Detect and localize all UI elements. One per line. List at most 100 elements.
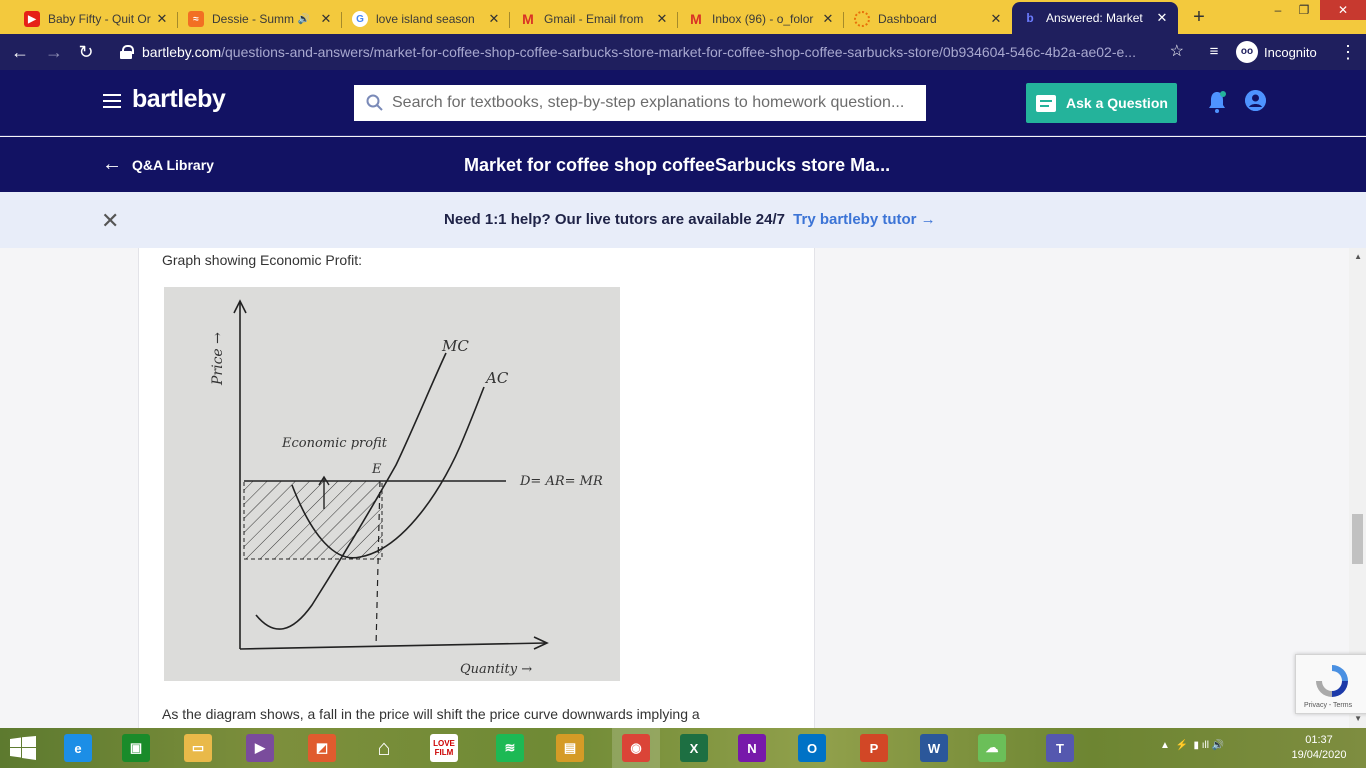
taskbar-lovefilm-button[interactable]: LOVE FILM: [428, 732, 460, 764]
taskbar-outlook-button[interactable]: O: [796, 732, 828, 764]
taskbar-chrome-button[interactable]: ◉: [612, 728, 660, 768]
taskbar-home-button[interactable]: ⌂: [368, 732, 400, 764]
site-logo[interactable]: bartleby: [132, 85, 226, 114]
point-e-label: E: [371, 462, 382, 477]
taskbar-onenote-button[interactable]: N: [736, 732, 768, 764]
incognito-label: Incognito: [1264, 44, 1317, 60]
tab-inbox[interactable]: M Inbox (96) - o_folor ✕: [678, 4, 844, 34]
recaptcha-icon: [1316, 665, 1348, 697]
close-icon[interactable]: ✕: [318, 11, 334, 27]
lock-icon: [120, 45, 134, 59]
tab-google[interactable]: G love island season ✕: [342, 4, 510, 34]
photos-icon: ◩: [308, 734, 336, 762]
powerpoint-icon: P: [860, 734, 888, 762]
hamburger-menu-icon[interactable]: [103, 94, 121, 108]
taskbar-tools-button[interactable]: ▤: [554, 732, 586, 764]
close-icon[interactable]: ✕: [154, 11, 170, 27]
tab-soundcloud[interactable]: ≈ Dessie - Summ 🔊 ✕: [178, 4, 342, 34]
ask-question-label: Ask a Question: [1066, 95, 1168, 111]
window-close-button[interactable]: ✕: [1320, 0, 1366, 20]
scroll-up-arrow-icon[interactable]: ▲: [1354, 252, 1362, 261]
promo-text: Need 1:1 help? Our live tutors are avail…: [444, 211, 785, 228]
tab-answered[interactable]: b Answered: Market ✕: [1012, 2, 1178, 34]
gmail-icon: M: [522, 11, 534, 27]
taskbar-media-button[interactable]: ▶: [244, 732, 276, 764]
search-input[interactable]: [384, 94, 926, 112]
tab-title: Inbox (96) - o_folor: [712, 12, 814, 26]
tab-dashboard[interactable]: Dashboard ✕: [844, 4, 1012, 34]
tab-gmail[interactable]: M Gmail - Email from ✕: [510, 4, 678, 34]
tab-strip: ▶ Baby Fifty - Quit Or ✕ ≈ Dessie - Summ…: [0, 0, 1366, 34]
try-tutor-link[interactable]: Try bartleby tutor →: [793, 211, 936, 228]
clock[interactable]: 01:37 19/04/2020: [1286, 733, 1352, 763]
media-icon: ▶: [246, 734, 274, 762]
store-icon: ▣: [122, 734, 150, 762]
tab-title: Gmail - Email from: [544, 12, 644, 26]
close-icon[interactable]: ✕: [486, 11, 502, 27]
onenote-icon: N: [738, 734, 766, 762]
audio-icon: 🔊: [297, 13, 310, 25]
incognito-indicator[interactable]: oo Incognito: [1236, 41, 1317, 63]
taskbar-photos-button[interactable]: ◩: [306, 732, 338, 764]
answer-text: As the diagram shows, a fall in the pric…: [162, 706, 700, 722]
menu-icon[interactable]: ⋮: [1336, 40, 1360, 64]
windows-taskbar: e ▣ ▭ ▶ ◩ ⌂ LOVE FILM ≋ ▤ ◉ X N O P W ☁ T ▲ ⚡ ▮ ıll 🔊 01…: [0, 728, 1366, 768]
qa-library-link[interactable]: ← Q&A Library: [102, 153, 214, 176]
cloud-icon: ☁: [978, 734, 1006, 762]
taskbar-file-explorer-button[interactable]: ▭: [182, 732, 214, 764]
restore-button[interactable]: ❐: [1292, 0, 1316, 20]
back-button[interactable]: ←: [8, 40, 32, 64]
outlook-icon: O: [798, 734, 826, 762]
close-icon[interactable]: ✕: [101, 208, 119, 234]
taskbar-spotify-button[interactable]: ≋: [494, 732, 526, 764]
question-subbar: ← Q&A Library Market for coffee shop cof…: [0, 137, 1366, 192]
bookmark-star-icon[interactable]: ☆: [1170, 41, 1184, 61]
tab-title: Answered: Market: [1046, 11, 1143, 25]
y-axis-label: Price →: [210, 332, 226, 386]
url-path: /questions-and-answers/market-for-coffee…: [221, 44, 1136, 60]
tab-youtube[interactable]: ▶ Baby Fifty - Quit Or ✕: [14, 4, 178, 34]
taskbar-cloud-button[interactable]: ☁: [976, 732, 1008, 764]
search-box[interactable]: [354, 85, 926, 121]
dashboard-icon: [854, 11, 870, 27]
soundcloud-icon: ≈: [188, 11, 204, 27]
question-title: Market for coffee shop coffeeSarbucks st…: [464, 155, 891, 175]
close-icon[interactable]: ✕: [988, 11, 1004, 27]
user-avatar-icon[interactable]: [1245, 90, 1266, 111]
scroll-down-arrow-icon[interactable]: ▼: [1354, 714, 1362, 723]
minimize-button[interactable]: –: [1266, 0, 1290, 20]
lovefilm-icon: LOVE FILM: [430, 734, 458, 762]
taskbar-powerpoint-button[interactable]: P: [858, 732, 890, 764]
ask-question-button[interactable]: Ask a Question: [1026, 83, 1177, 123]
windows-start-icon[interactable]: [10, 736, 36, 760]
taskbar-word-button[interactable]: W: [918, 732, 950, 764]
edge-icon: e: [64, 734, 92, 762]
address-bar[interactable]: bartleby.com/questions-and-answers/marke…: [108, 38, 1192, 66]
system-tray[interactable]: ▲ ⚡ ▮ ıll 🔊: [1160, 740, 1224, 751]
forward-button[interactable]: →: [42, 40, 66, 64]
recaptcha-badge[interactable]: Privacy - Terms: [1295, 654, 1366, 714]
media-control-icon[interactable]: ≡: [1202, 40, 1226, 64]
youtube-icon: ▶: [24, 11, 40, 27]
tab-title: Baby Fifty - Quit Or: [48, 12, 151, 26]
scrollbar-thumb[interactable]: [1352, 514, 1363, 564]
taskbar-edge-button[interactable]: e: [62, 732, 94, 764]
close-icon[interactable]: ✕: [654, 11, 670, 27]
graph-caption: Graph showing Economic Profit:: [162, 252, 362, 268]
taskbar-excel-button[interactable]: X: [678, 732, 710, 764]
new-tab-button[interactable]: +: [1186, 6, 1212, 30]
excel-icon: X: [680, 734, 708, 762]
reload-button[interactable]: ↻: [74, 40, 98, 64]
close-icon[interactable]: ✕: [1154, 10, 1170, 26]
taskbar-teams-button[interactable]: T: [1044, 732, 1076, 764]
profit-area: [244, 481, 382, 559]
demand-label: D= AR= MR: [519, 474, 603, 489]
recaptcha-links[interactable]: Privacy - Terms: [1304, 702, 1352, 709]
economic-profit-graph-image: Price → MC AC Economic profit E D= AR= M…: [164, 287, 620, 681]
mc-label: MC: [441, 337, 469, 355]
promo-message: Need 1:1 help? Our live tutors are avail…: [444, 211, 936, 228]
close-icon[interactable]: ✕: [820, 11, 836, 27]
taskbar-store-button[interactable]: ▣: [120, 732, 152, 764]
clock-date: 19/04/2020: [1291, 749, 1347, 761]
notification-bell-icon[interactable]: [1207, 90, 1227, 114]
